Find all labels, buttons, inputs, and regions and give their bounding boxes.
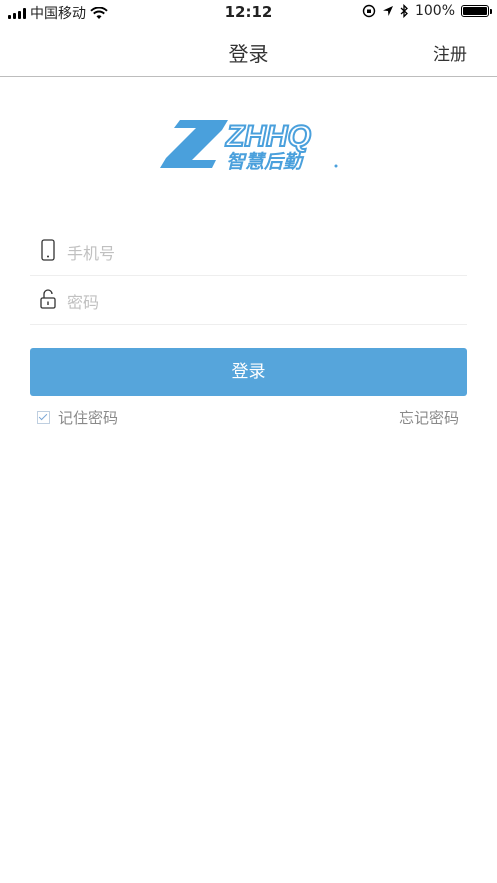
location-icon bbox=[382, 6, 393, 16]
rotation-lock-icon bbox=[362, 4, 376, 18]
status-icons: 100% bbox=[362, 3, 492, 19]
app-logo: ZHHQ 智慧后勤 bbox=[150, 112, 350, 176]
logo-text: ZHHQ bbox=[225, 120, 311, 153]
battery-percent: 100% bbox=[414, 3, 455, 19]
login-form: 手机号 密码 bbox=[30, 227, 467, 325]
remember-password-toggle[interactable]: 记住密码 bbox=[37, 407, 118, 428]
page-title: 登录 bbox=[228, 42, 269, 66]
register-button[interactable]: 注册 bbox=[433, 40, 467, 65]
status-bar: 中国移动 12:12 100% bbox=[0, 0, 497, 26]
login-button[interactable]: 登录 bbox=[30, 348, 467, 396]
navigation-bar: 登录 注册 bbox=[0, 26, 497, 77]
battery-icon bbox=[461, 5, 492, 17]
logo-tagline: 智慧后勤 bbox=[226, 151, 305, 173]
remember-checkbox[interactable] bbox=[37, 411, 50, 424]
password-field[interactable]: 密码 bbox=[30, 276, 467, 325]
bluetooth-icon bbox=[400, 4, 408, 18]
forgot-password-link[interactable]: 忘记密码 bbox=[399, 407, 459, 428]
phone-icon bbox=[41, 239, 55, 261]
phone-field[interactable]: 手机号 bbox=[30, 227, 467, 276]
remember-label[interactable]: 记住密码 bbox=[58, 407, 118, 428]
phone-input[interactable]: 手机号 bbox=[67, 240, 115, 264]
password-input[interactable]: 密码 bbox=[67, 289, 99, 313]
lock-icon bbox=[40, 289, 56, 309]
